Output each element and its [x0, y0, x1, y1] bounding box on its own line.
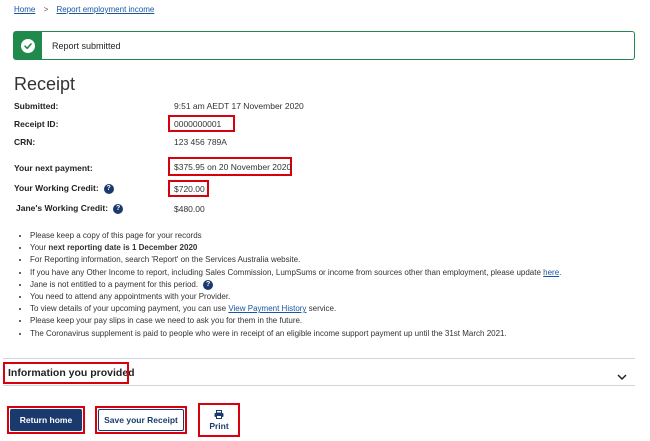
print-button[interactable]: Print — [201, 406, 237, 434]
working-credit-label-group: Your Working Credit:? — [14, 183, 114, 194]
accordion-highlight — [3, 362, 129, 384]
list-item: To view details of your upcoming payment… — [30, 303, 650, 315]
list-item: Your next reporting date is 1 December 2… — [30, 242, 650, 254]
note-text: Please keep your pay slips in case we ne… — [30, 316, 303, 326]
breadcrumb-separator: > — [43, 5, 49, 14]
note-text: Please keep a copy of this page for your… — [30, 231, 202, 240]
save-receipt-button[interactable]: Save your Receipt — [98, 409, 184, 431]
next-payment-value: $375.95 on 20 November 2020 — [174, 162, 292, 172]
note-text: For Reporting information, search 'Repor… — [30, 255, 301, 265]
receipt-notes-list: Please keep a copy of this page for your… — [18, 230, 650, 340]
printer-icon — [214, 409, 224, 421]
list-item: Please keep a copy of this page for your… — [30, 230, 650, 242]
crn-value: 123 456 789A — [174, 137, 227, 147]
next-payment-label: Your next payment: — [14, 163, 93, 173]
page-title: Receipt — [14, 74, 76, 94]
crn-label: CRN: — [14, 137, 36, 147]
next-reporting-date: next reporting date is 1 December 2020 — [48, 243, 198, 253]
note-text: . — [559, 267, 562, 277]
working-credit-label: Your Working Credit: — [14, 183, 99, 193]
help-icon[interactable]: ? — [103, 183, 114, 194]
working-credit-value: $720.00 — [174, 184, 205, 194]
breadcrumb: Home > Report employment income — [14, 5, 154, 14]
list-item: If you have any Other Income to report, … — [30, 267, 650, 279]
note-text: service. — [306, 304, 337, 314]
breadcrumb-current-link[interactable]: Report employment income — [56, 5, 154, 14]
submitted-label: Submitted: — [14, 101, 59, 111]
help-icon[interactable]: ? — [203, 279, 214, 290]
view-payment-history-link[interactable]: View Payment History — [228, 304, 306, 313]
banner-message: Report submitted — [52, 40, 121, 51]
note-text: Jane is not entitled to a payment for th… — [30, 279, 199, 289]
breadcrumb-home-link[interactable]: Home — [14, 5, 35, 14]
help-icon[interactable]: ? — [113, 203, 124, 214]
note-text: Your — [30, 243, 49, 253]
note-text: The Coronavirus supplement is paid to pe… — [30, 328, 507, 338]
check-circle-icon — [21, 38, 35, 53]
update-income-link[interactable]: here — [543, 268, 559, 277]
janes-credit-label-group: Jane's Working Credit:? — [16, 203, 124, 214]
list-item: The Coronavirus supplement is paid to pe… — [30, 328, 650, 340]
list-item: You need to attend any appointments with… — [30, 291, 650, 303]
note-text: If you have any Other Income to report, … — [30, 267, 544, 277]
note-text: To view details of your upcoming payment… — [30, 304, 229, 314]
print-label: Print — [209, 420, 229, 431]
note-text: You need to attend any appointments with… — [30, 291, 231, 301]
receipt-id-label: Receipt ID: — [14, 119, 59, 129]
chevron-down-icon[interactable] — [617, 368, 627, 386]
janes-credit-value: $480.00 — [174, 204, 205, 214]
list-item: For Reporting information, search 'Repor… — [30, 254, 650, 266]
success-banner: Report submitted — [13, 31, 635, 60]
list-item: Please keep your pay slips in case we ne… — [30, 315, 650, 327]
submitted-value: 9:51 am AEDT 17 November 2020 — [174, 101, 304, 111]
banner-icon-box — [14, 32, 42, 59]
janes-credit-label: Jane's Working Credit: — [16, 203, 109, 213]
list-item: Jane is not entitled to a payment for th… — [30, 279, 650, 291]
return-home-button[interactable]: Return home — [10, 409, 82, 431]
receipt-id-value: 0000000001 — [174, 119, 222, 129]
